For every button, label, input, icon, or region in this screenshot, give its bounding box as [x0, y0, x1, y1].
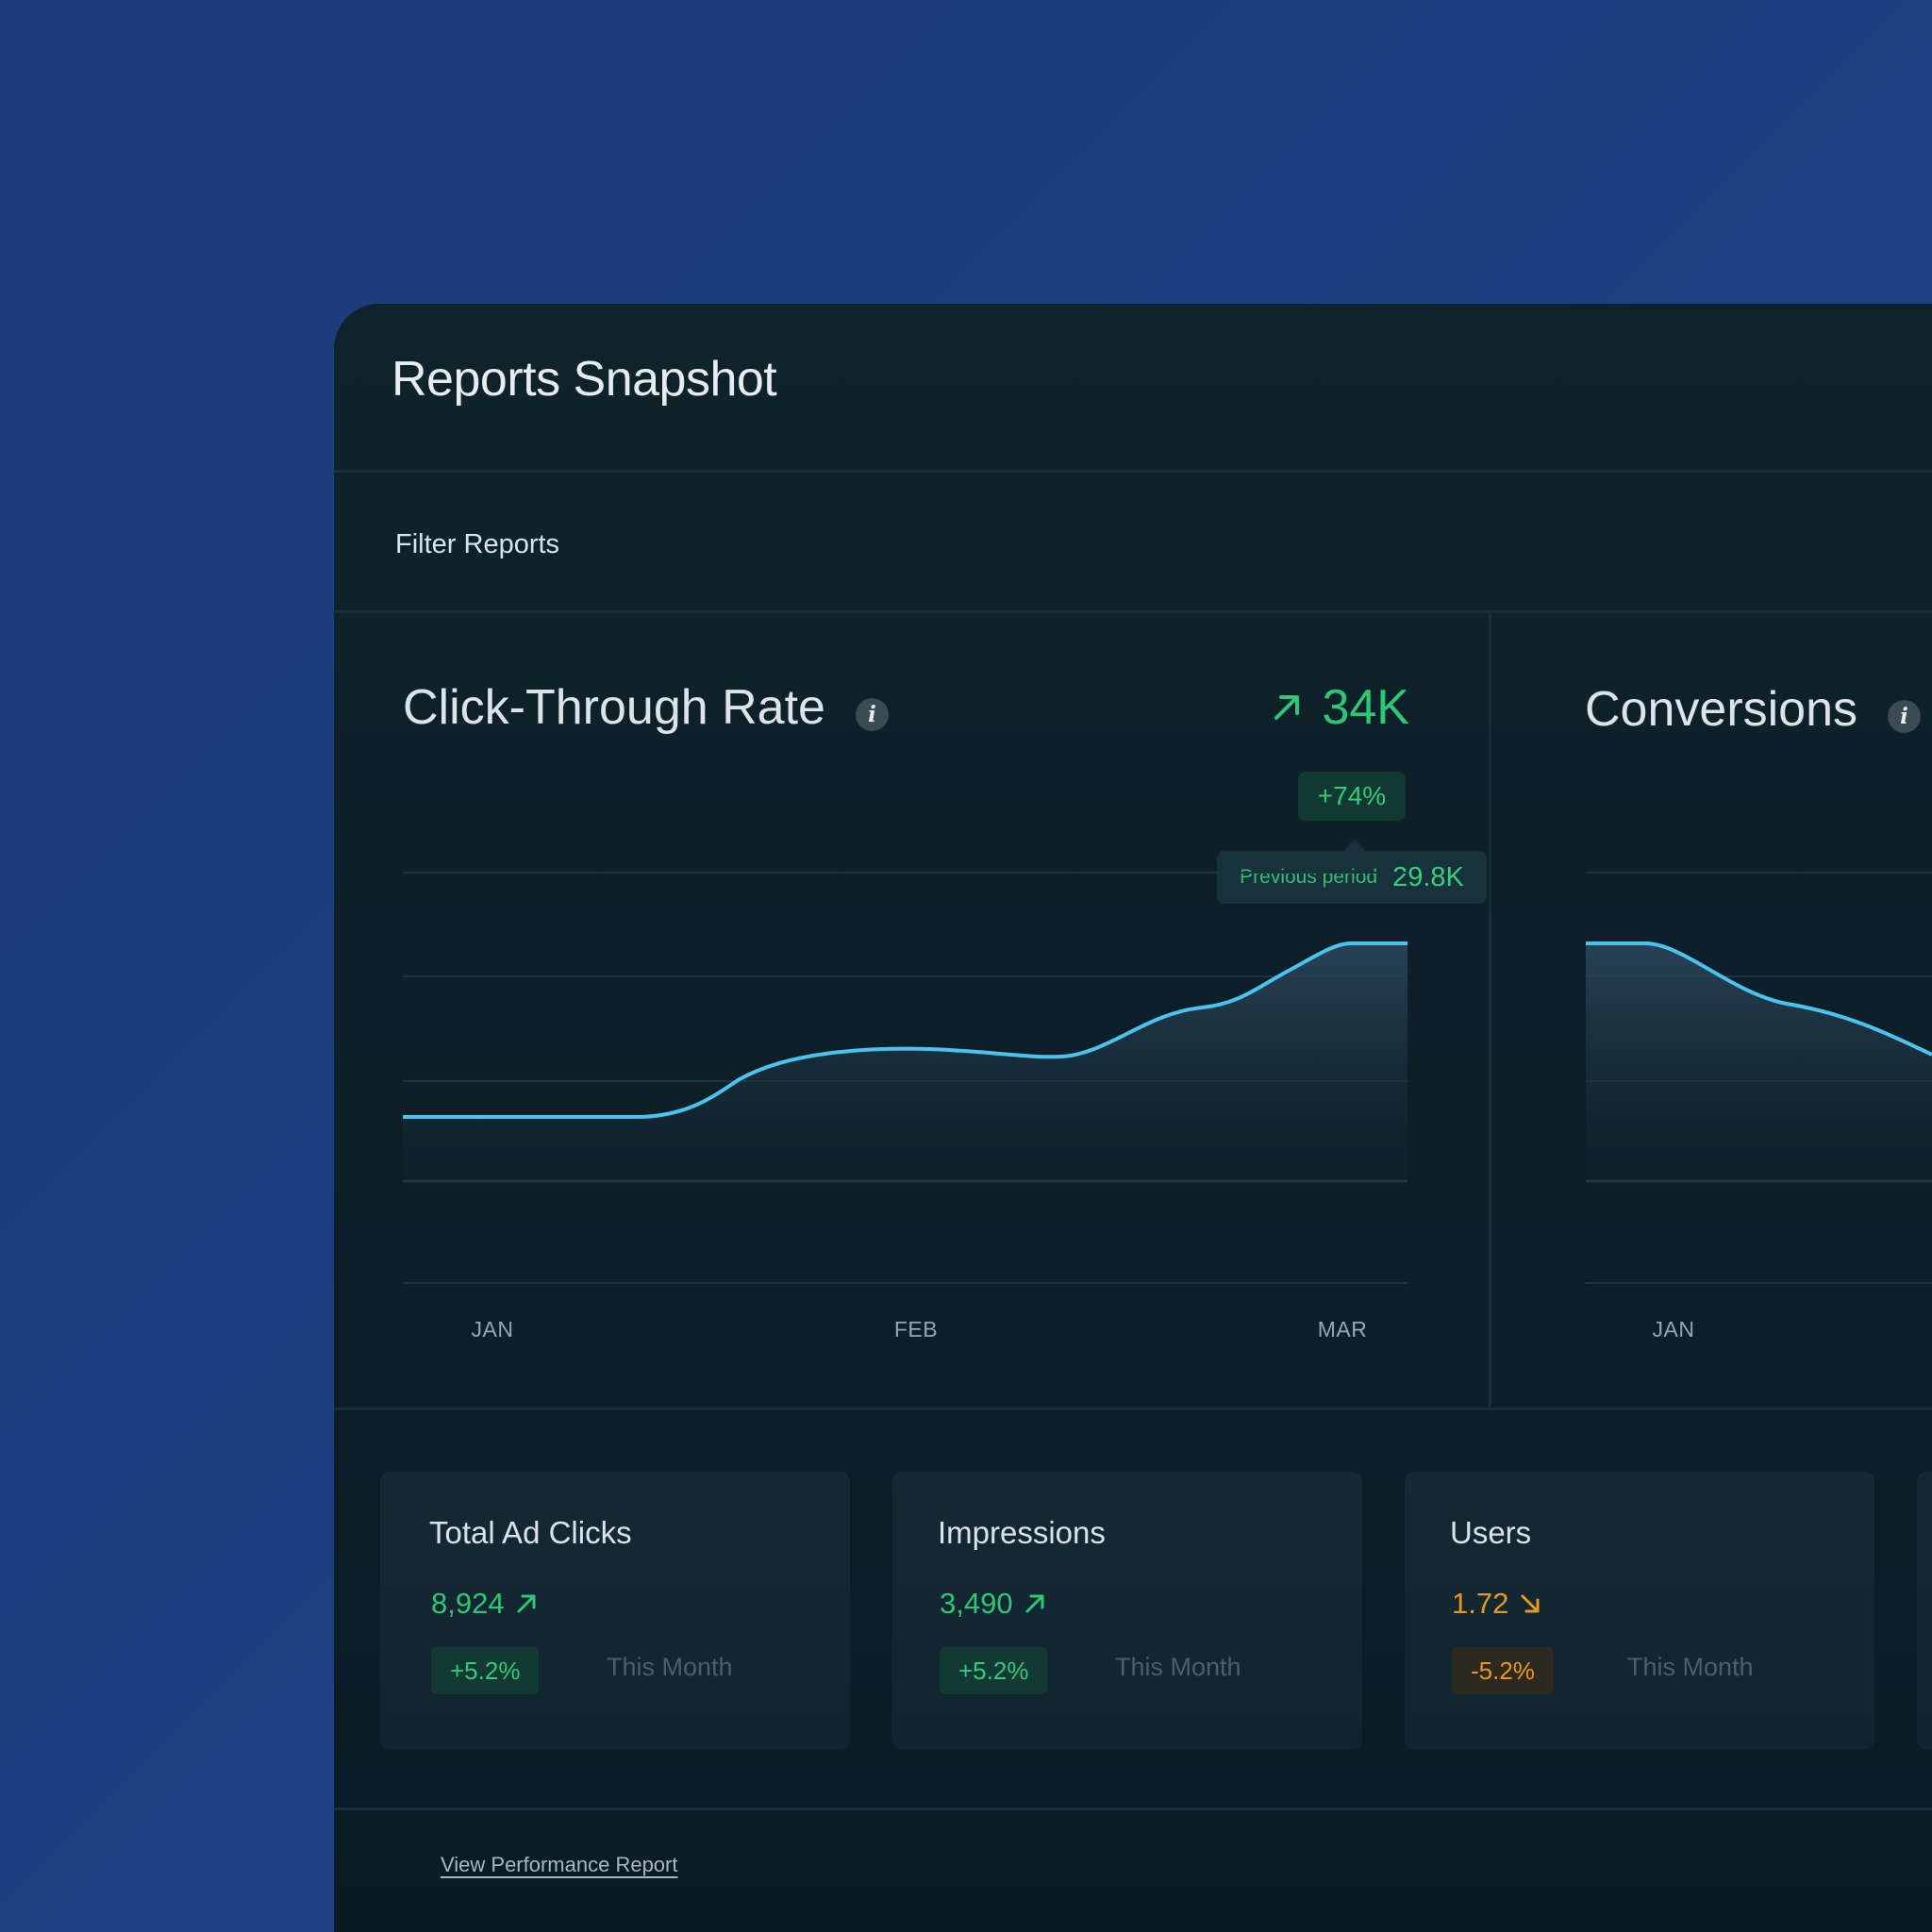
stat-card-partial: [1917, 1472, 1932, 1749]
stat-title: Users: [1450, 1515, 1532, 1550]
stat-title: Total Ad Clicks: [429, 1515, 632, 1550]
stat-period: This Month: [1627, 1653, 1754, 1681]
stat-change-pill: +5.2%: [431, 1647, 540, 1694]
month-label: MAR: [1317, 1317, 1368, 1341]
stat-period: This Month: [607, 1653, 733, 1681]
stat-period: This Month: [1115, 1653, 1241, 1681]
stat-card-total-ad-clicks[interactable]: Total Ad Clicks 8,924 +5.2% This Month: [380, 1472, 850, 1749]
stat-card-impressions[interactable]: Impressions 3,490 +5.2% This Month: [892, 1472, 1362, 1749]
month-label: JAN: [1652, 1317, 1695, 1341]
ctr-area: [403, 943, 1407, 1181]
info-icon[interactable]: i: [1888, 700, 1921, 733]
month-label: JAN: [471, 1317, 514, 1341]
stat-value-text: 8,924: [431, 1587, 505, 1620]
reports-snapshot-panel: Reports Snapshot Filter Reports Click-Th…: [334, 304, 1932, 1932]
arrow-up-right-icon: [1025, 1594, 1044, 1613]
conversions-card-title: Conversions: [1585, 682, 1858, 737]
stat-change-pill: +5.2%: [940, 1647, 1048, 1694]
stat-card-users[interactable]: Users 1.72 -5.2% This Month: [1405, 1472, 1874, 1749]
month-label: FEB: [893, 1317, 939, 1341]
stat-title: Impressions: [938, 1515, 1106, 1550]
footer-divider: [334, 1807, 1932, 1810]
stat-value: 8,924: [431, 1587, 539, 1621]
stat-value-text: 3,490: [940, 1587, 1013, 1620]
stat-value-text: 1.72: [1452, 1587, 1509, 1620]
ctr-chart: [403, 872, 1407, 1284]
stat-value: 1.72: [1452, 1587, 1542, 1621]
charts-divider: [334, 1407, 1932, 1410]
view-performance-report-link[interactable]: View Performance Report: [441, 1853, 678, 1877]
conversions-chart: [1586, 872, 1932, 1284]
charts-area: [403, 872, 1932, 1284]
conversions-area: [1586, 943, 1932, 1181]
stat-value: 3,490: [940, 1587, 1047, 1621]
card-divider: [1489, 613, 1491, 1407]
stat-change-pill: -5.2%: [1452, 1647, 1554, 1694]
arrow-down-right-icon: [1521, 1594, 1540, 1613]
arrow-up-right-icon: [517, 1594, 536, 1613]
